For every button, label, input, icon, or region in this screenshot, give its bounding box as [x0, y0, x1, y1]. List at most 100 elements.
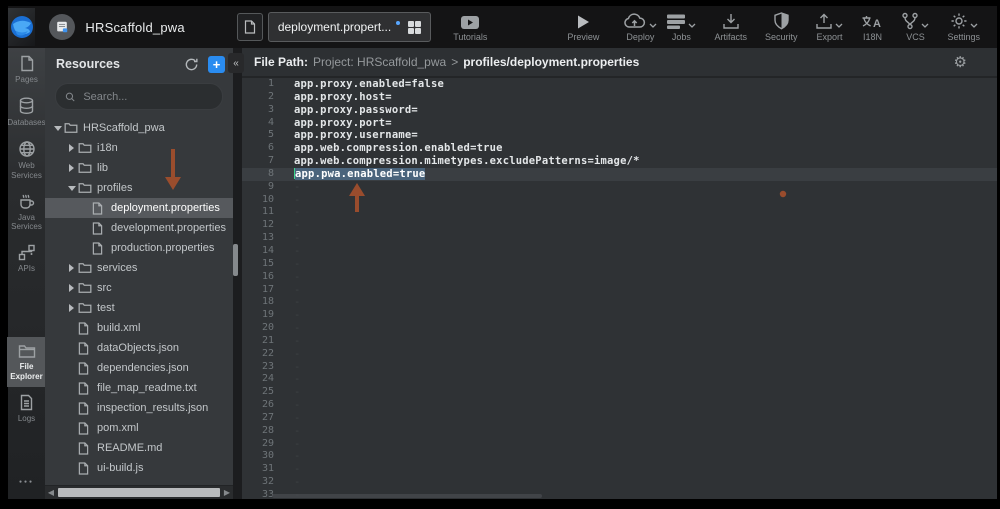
code-line-29[interactable]: 29- — [242, 438, 997, 451]
sidebar-item-apis[interactable]: APIs — [7, 237, 46, 279]
code-line-2[interactable]: 2app.proxy.host= — [242, 91, 997, 104]
code-line-1[interactable]: 1app.proxy.enabled=false — [242, 78, 997, 91]
chevron-right-icon[interactable] — [65, 144, 78, 152]
code-line-21[interactable]: 21- — [242, 335, 997, 348]
security-button[interactable]: Security — [756, 12, 807, 42]
preview-button[interactable]: Preview — [567, 12, 599, 42]
scrollbar-thumb[interactable] — [58, 488, 220, 497]
tree-vertical-scrollbar-thumb[interactable] — [233, 244, 238, 276]
settings-button[interactable]: Settings — [938, 12, 989, 42]
code-line-30[interactable]: 30- — [242, 450, 997, 463]
code-line-23[interactable]: 23- — [242, 361, 997, 374]
scroll-left-arrow-icon[interactable]: ◀ — [45, 486, 57, 499]
tree-item-i18n[interactable]: i18n — [45, 138, 233, 158]
file-tab-doc-icon-button[interactable] — [237, 13, 263, 41]
sidebar-item-pages[interactable]: Pages — [7, 48, 46, 90]
code-line-26[interactable]: 26- — [242, 399, 997, 412]
line-number: 12 — [242, 219, 281, 232]
tree-item-dataobjects-json[interactable]: dataObjects.json — [45, 338, 233, 358]
code-line-8[interactable]: 8app.pwa.enabled=true — [242, 168, 997, 181]
code-line-22[interactable]: 22- — [242, 348, 997, 361]
tree-item-src[interactable]: src — [45, 278, 233, 298]
collapse-panel-button[interactable]: « — [228, 53, 244, 73]
tree-item-development-properties[interactable]: development.properties — [45, 218, 233, 238]
code-line-17[interactable]: 17- — [242, 284, 997, 297]
panel-divider[interactable]: « — [233, 48, 242, 499]
line-text: - — [281, 296, 301, 309]
sidebar-item-logs[interactable]: Logs — [7, 387, 46, 429]
tree-item-deployment-properties[interactable]: deployment.properties — [45, 198, 233, 218]
code-line-5[interactable]: 5app.proxy.username= — [242, 129, 997, 142]
code-line-28[interactable]: 28- — [242, 425, 997, 438]
code-line-4[interactable]: 4app.proxy.port= — [242, 117, 997, 130]
resource-search[interactable] — [55, 83, 223, 110]
jobs-button[interactable]: Jobs — [657, 12, 705, 42]
code-line-32[interactable]: 32- — [242, 476, 997, 489]
sidebar-item-java-services[interactable]: Java Services — [7, 186, 46, 237]
code-line-18[interactable]: 18- — [242, 296, 997, 309]
code-line-15[interactable]: 15- — [242, 258, 997, 271]
code-line-6[interactable]: 6app.web.compression.enabled=true — [242, 142, 997, 155]
code-line-16[interactable]: 16- — [242, 271, 997, 284]
chevron-down-icon[interactable] — [51, 126, 64, 131]
add-resource-button[interactable]: + — [208, 56, 225, 73]
vcs-button[interactable]: VCS — [892, 12, 938, 42]
editor-horizontal-scrollbar[interactable] — [272, 494, 542, 498]
export-button[interactable]: Export — [806, 12, 852, 42]
code-line-25[interactable]: 25- — [242, 386, 997, 399]
grid-icon[interactable] — [408, 21, 421, 34]
sidebar-item-file-explorer[interactable]: File Explorer — [7, 337, 46, 386]
tree-item-lib[interactable]: lib — [45, 158, 233, 178]
file-path-bar: File Path: Project: HRScaffold_pwa > pro… — [242, 48, 997, 78]
tree-item-pom-xml[interactable]: pom.xml — [45, 418, 233, 438]
tree-item-inspection-results-json[interactable]: inspection_results.json — [45, 398, 233, 418]
wavemaker-logo[interactable] — [8, 8, 35, 46]
tree-item-dependencies-json[interactable]: dependencies.json — [45, 358, 233, 378]
code-line-13[interactable]: 13- — [242, 232, 997, 245]
chevron-right-icon[interactable] — [65, 164, 78, 172]
tree-item-production-properties[interactable]: production.properties — [45, 238, 233, 258]
chevron-right-icon[interactable] — [65, 264, 78, 272]
tree-item-label: development.properties — [111, 222, 226, 234]
chevron-right-icon[interactable] — [65, 304, 78, 312]
tree-item-test[interactable]: test — [45, 298, 233, 318]
tree-item-services[interactable]: services — [45, 258, 233, 278]
resources-horizontal-scrollbar[interactable]: ◀ ▶ — [45, 485, 233, 499]
code-line-12[interactable]: 12- — [242, 219, 997, 232]
code-editor[interactable]: 1app.proxy.enabled=false2app.proxy.host=… — [242, 78, 997, 499]
project-switcher[interactable]: HRScaffold_pwa — [49, 14, 184, 40]
code-line-11[interactable]: 11- — [242, 206, 997, 219]
line-number: 17 — [242, 284, 281, 297]
tutorials-button[interactable]: Tutorials — [453, 12, 487, 42]
code-line-27[interactable]: 27- — [242, 412, 997, 425]
deploy-button[interactable]: Deploy — [623, 12, 657, 42]
line-text: - — [281, 476, 301, 489]
code-line-9[interactable]: 9- — [242, 181, 997, 194]
code-line-24[interactable]: 24- — [242, 373, 997, 386]
tree-item-hrscaffold-pwa[interactable]: HRScaffold_pwa — [45, 118, 233, 138]
ellipsis-icon[interactable]: ●●● — [19, 479, 34, 485]
code-line-31[interactable]: 31- — [242, 463, 997, 476]
scroll-right-arrow-icon[interactable]: ▶ — [221, 486, 233, 499]
code-line-3[interactable]: 3app.proxy.password= — [242, 104, 997, 117]
sidebar-item-databases[interactable]: Databases — [7, 90, 46, 133]
refresh-icon[interactable] — [184, 57, 199, 72]
i18n-button[interactable]: A I18N — [852, 12, 892, 42]
open-file-tab[interactable]: deployment.propert... — [268, 12, 431, 42]
artifacts-button[interactable]: Artifacts — [705, 12, 756, 42]
code-line-14[interactable]: 14- — [242, 245, 997, 258]
tree-item-ui-build-js[interactable]: ui-build.js — [45, 458, 233, 478]
code-line-20[interactable]: 20- — [242, 322, 997, 335]
chevron-down-icon[interactable] — [65, 186, 78, 191]
tree-item-file-map-readme-txt[interactable]: file_map_readme.txt — [45, 378, 233, 398]
code-line-10[interactable]: 10- — [242, 194, 997, 207]
code-line-19[interactable]: 19- — [242, 309, 997, 322]
chevron-right-icon[interactable] — [65, 284, 78, 292]
tree-item-build-xml[interactable]: build.xml — [45, 318, 233, 338]
search-input[interactable] — [81, 90, 213, 104]
editor-settings-gear-icon[interactable]: ⚙ — [954, 53, 967, 71]
tree-item-profiles[interactable]: profiles — [45, 178, 233, 198]
sidebar-item-web-services[interactable]: Web Services — [7, 133, 46, 185]
tree-item-readme-md[interactable]: README.md — [45, 438, 233, 458]
code-line-7[interactable]: 7app.web.compression.mimetypes.excludePa… — [242, 155, 997, 168]
